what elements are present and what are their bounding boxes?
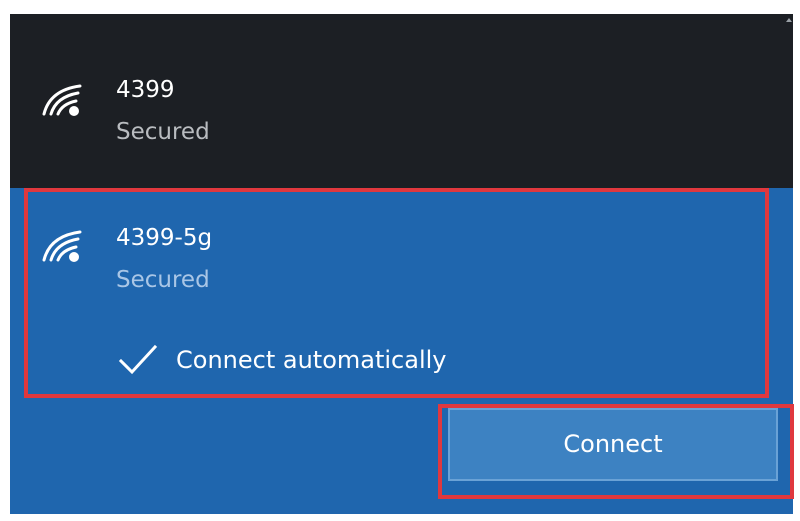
network-item-4399[interactable]: 4399 Secured xyxy=(10,14,793,188)
network-status: Secured xyxy=(116,119,210,145)
network-name: 4399 xyxy=(116,77,175,103)
highlight-box-network xyxy=(24,188,769,398)
wifi-signal-icon xyxy=(40,80,86,120)
highlight-box-connect xyxy=(438,404,794,499)
scroll-up-arrow-icon[interactable] xyxy=(786,18,792,22)
